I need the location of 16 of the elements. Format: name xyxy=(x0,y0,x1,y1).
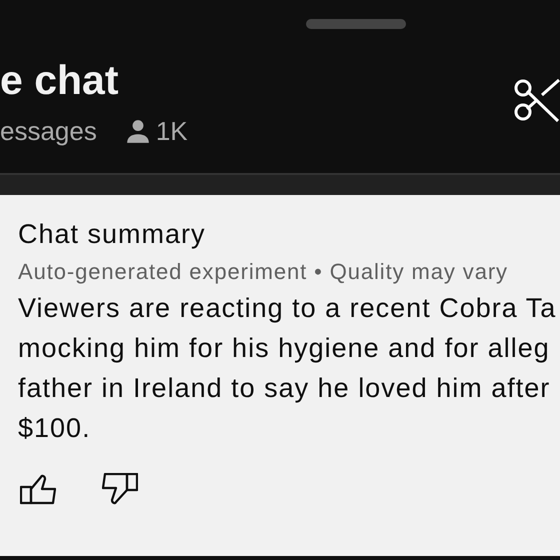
summary-text: father in Ireland to say he loved him after xyxy=(18,372,552,405)
scissors-icon[interactable] xyxy=(513,77,560,123)
chat-title: e chat xyxy=(0,56,118,104)
summary-text: Viewers are reacting to a recent Cobra Ta xyxy=(18,292,558,325)
thumbs-down-icon xyxy=(102,473,138,505)
dislike-button[interactable] xyxy=(102,473,138,505)
like-button[interactable] xyxy=(20,473,56,505)
messages-label: essages xyxy=(0,116,97,146)
thumbs-up-icon xyxy=(20,473,56,505)
viewer-count: 1K xyxy=(156,116,188,146)
summary-subtitle: Auto-generated experiment • Quality may vary xyxy=(18,259,509,285)
summary-text: $100. xyxy=(18,412,92,445)
summary-title: Chat summary xyxy=(18,218,207,251)
drag-handle[interactable] xyxy=(306,19,406,29)
summary-text: mocking him for his hygiene and for alleg xyxy=(18,332,551,365)
person-icon xyxy=(124,118,151,144)
